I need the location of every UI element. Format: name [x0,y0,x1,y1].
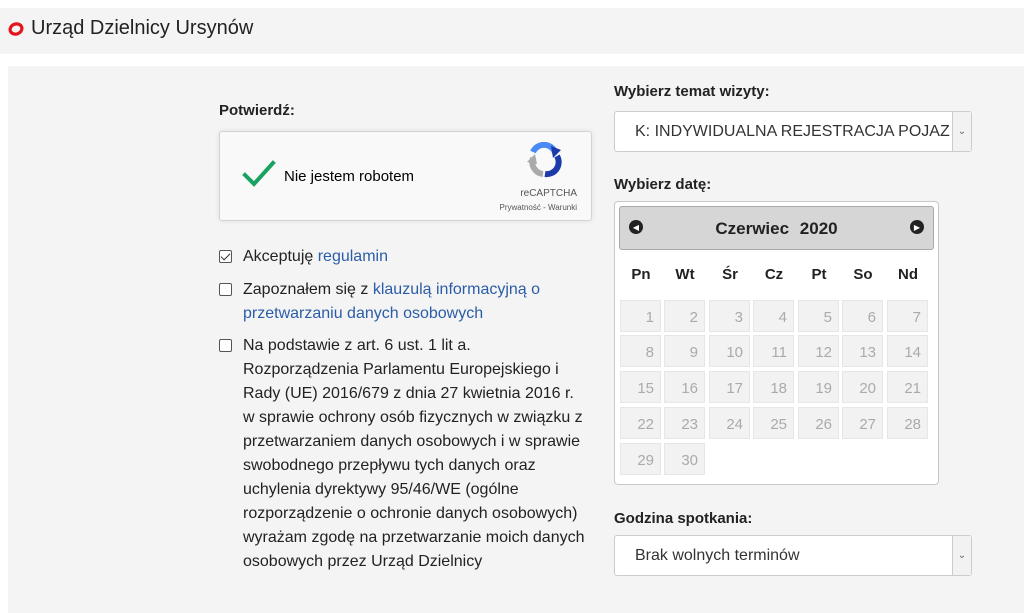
calendar-day[interactable]: 10 [709,335,750,367]
ursynow-logo-icon [8,21,24,36]
calendar-header: ◀ Czerwiec 2020 ▶ [619,206,934,250]
calendar-day[interactable]: 5 [798,300,839,332]
calendar-day[interactable]: 24 [709,407,750,439]
recaptcha-widget[interactable]: Nie jestem robotem reCAPTCHA Prywatność … [219,131,592,221]
recaptcha-logo-icon [527,142,562,178]
consent-information-clause: Zapoznałem się z klauzulą informacyjną o… [219,278,599,326]
calendar-day[interactable]: 15 [620,371,661,403]
weekday-header: Cz [764,266,784,283]
chevron-right-icon[interactable]: ▶ [910,220,924,234]
weekday-header: Śr [722,266,738,283]
confirm-title: Potwierdź: [219,102,295,119]
terms-link[interactable]: regulamin [318,248,388,265]
calendar-day[interactable]: 1 [620,300,661,332]
calendar-day[interactable]: 25 [753,407,794,439]
calendar-day[interactable]: 30 [664,443,705,475]
weekday-header: So [853,266,873,283]
calendar-day[interactable]: 16 [664,371,705,403]
calendar-day[interactable]: 7 [887,300,928,332]
terms-checkbox[interactable] [219,250,232,263]
brand[interactable]: Urząd Dzielnicy Ursynów [8,17,253,40]
calendar-day[interactable]: 3 [709,300,750,332]
time-select[interactable]: Brak wolnych terminów ⌄ [614,535,972,576]
calendar-month: Czerwiec [715,219,790,238]
visit-topic-title: Wybierz temat wizyty: [614,83,770,100]
calendar-day[interactable]: 14 [887,335,928,367]
calendar-day[interactable]: 2 [664,300,705,332]
recaptcha-privacy-terms-link[interactable]: Prywatność - Warunki [500,203,578,212]
gdpr-consent-checkbox[interactable] [219,339,232,352]
weekday-header: Pn [631,266,651,283]
time-title: Godzina spotkania: [614,510,753,527]
recaptcha-brand: reCAPTCHA [520,188,577,199]
calendar-day[interactable]: 23 [664,407,705,439]
calendar-day[interactable]: 26 [798,407,839,439]
weekday-header: Nd [898,266,918,283]
chevron-down-icon[interactable]: ⌄ [952,536,971,575]
consent-gdpr: Na podstawie z art. 6 ust. 1 lit a. Rozp… [219,334,599,613]
calendar-month-year: Czerwiec 2020 [620,219,933,239]
weekday-header: Wt [675,266,695,283]
calendar-day[interactable]: 6 [842,300,883,332]
calendar-year: 2020 [799,219,838,238]
visit-topic-select[interactable]: K: INDYWIDUALNA REJESTRACJA POJAZDU ⌄ [614,111,972,152]
calendar-day[interactable]: 27 [842,407,883,439]
consent-information-text: Zapoznałem się z [243,281,373,298]
calendar-day[interactable]: 22 [620,407,661,439]
calendar-day[interactable]: 13 [842,335,883,367]
visit-topic-value: K: INDYWIDUALNA REJESTRACJA POJAZDU [635,123,950,140]
calendar-day[interactable]: 19 [798,371,839,403]
calendar-day[interactable]: 12 [798,335,839,367]
calendar-day[interactable]: 4 [753,300,794,332]
calendar-day[interactable]: 20 [842,371,883,403]
date-picker: ◀ Czerwiec 2020 ▶ Pn Wt Śr Cz Pt So Nd 1 2 3 4 5 6 7 8… [614,201,939,485]
calendar-day[interactable]: 18 [753,371,794,403]
chevron-down-icon[interactable]: ⌄ [952,112,971,151]
calendar-day[interactable]: 29 [620,443,661,475]
calendar-day[interactable]: 21 [887,371,928,403]
date-title: Wybierz datę: [614,176,712,193]
calendar-day[interactable]: 17 [709,371,750,403]
calendar-day[interactable]: 11 [753,335,794,367]
calendar-day[interactable]: 9 [664,335,705,367]
consent-terms: Akceptuję regulamin [219,245,599,269]
consent-gdpr-text: Na podstawie z art. 6 ust. 1 lit a. Rozp… [243,337,585,570]
information-clause-checkbox[interactable] [219,283,232,296]
time-value: Brak wolnych terminów [635,547,800,564]
checkmark-icon [242,160,276,187]
page-title: Urząd Dzielnicy Ursynów [31,17,254,39]
calendar-day[interactable]: 8 [620,335,661,367]
consent-terms-text: Akceptuję [243,248,318,265]
recaptcha-label: Nie jestem robotem [284,168,415,185]
weekday-header: Pt [811,266,827,283]
calendar-day[interactable]: 28 [887,407,928,439]
